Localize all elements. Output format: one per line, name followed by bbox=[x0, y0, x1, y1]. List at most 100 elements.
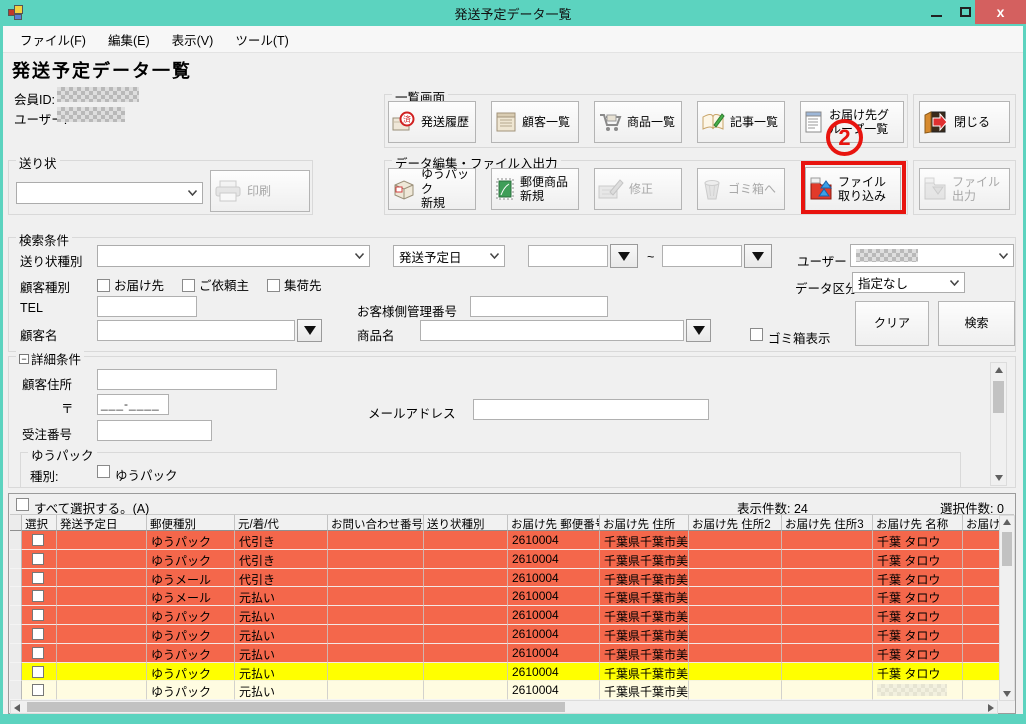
scroll-left-icon[interactable] bbox=[14, 704, 20, 712]
grid-column-header[interactable]: お届け先 住所2 bbox=[689, 515, 782, 531]
date-from-dropdown-button[interactable] bbox=[610, 244, 638, 268]
date-field-selector-combo[interactable]: 発送予定日 bbox=[393, 245, 505, 267]
article-list-button[interactable]: 記事一覧 bbox=[697, 101, 785, 143]
postal-product-new-button[interactable]: 郵便商品 新規 bbox=[491, 168, 579, 210]
tel-input[interactable] bbox=[97, 296, 197, 317]
grid-column-header[interactable]: 元/着/代 bbox=[235, 515, 328, 531]
table-cell bbox=[328, 587, 424, 606]
invoice-type-label: 送り状種別 bbox=[20, 251, 83, 270]
table-row[interactable]: ゆうパック元払い2610004千葉県千葉市美 bbox=[10, 681, 1000, 700]
row-select-checkbox[interactable] bbox=[32, 666, 44, 678]
details-scrollbar-thumb[interactable] bbox=[993, 381, 1004, 413]
row-select-checkbox[interactable] bbox=[32, 609, 44, 621]
grid-column-header[interactable]: お問い合わせ番号 bbox=[328, 515, 424, 531]
product-list-button[interactable]: 商品一覧 bbox=[594, 101, 682, 143]
customer-name-input[interactable] bbox=[97, 320, 295, 341]
print-button[interactable]: 印刷 bbox=[210, 170, 310, 212]
yupack-checkbox[interactable] bbox=[97, 465, 110, 478]
user-filter-combo[interactable] bbox=[850, 244, 1014, 267]
row-select-checkbox[interactable] bbox=[32, 647, 44, 659]
mail-address-input[interactable] bbox=[473, 399, 709, 420]
grid-column-header[interactable]: お届け先 住所3 bbox=[782, 515, 873, 531]
product-name-input[interactable] bbox=[420, 320, 684, 341]
table-cell bbox=[22, 644, 57, 663]
product-name-dropdown-button[interactable] bbox=[686, 319, 711, 342]
search-button[interactable]: 検索 bbox=[938, 301, 1015, 346]
row-select-checkbox[interactable] bbox=[32, 628, 44, 640]
scroll-up-icon[interactable] bbox=[991, 367, 1006, 373]
collapse-toggle-icon[interactable]: − bbox=[19, 354, 29, 364]
order-no-input[interactable] bbox=[97, 420, 212, 441]
edit-button[interactable]: 修正 bbox=[594, 168, 682, 210]
minimize-button[interactable] bbox=[922, 0, 950, 24]
file-output-button[interactable]: ファイル 出力 bbox=[919, 168, 1010, 210]
close-window-button[interactable]: x bbox=[975, 0, 1026, 24]
grid-column-header[interactable]: お届け先 郵便番号 bbox=[508, 515, 600, 531]
table-row[interactable]: ゆうパック元払い2610004千葉県千葉市美千葉 タロウ bbox=[10, 625, 1000, 644]
customer-type-option-1[interactable]: ご依頼主 bbox=[182, 275, 249, 294]
yupack-new-button[interactable]: ゆうパック 新規 bbox=[388, 168, 476, 210]
date-to-dropdown-button[interactable] bbox=[744, 244, 772, 268]
menu-item-0[interactable]: ファイル(F) bbox=[11, 27, 95, 52]
redacted-name bbox=[877, 684, 947, 696]
customer-list-button[interactable]: 顧客一覧 bbox=[491, 101, 579, 143]
grid-column-header[interactable]: お届け先 bbox=[963, 515, 1000, 531]
grid-column-header[interactable]: 送り状種別 bbox=[424, 515, 508, 531]
scroll-down-icon[interactable] bbox=[1000, 691, 1014, 697]
close-screen-button[interactable]: 閉じる bbox=[919, 101, 1010, 143]
clear-button[interactable]: クリア bbox=[855, 301, 929, 346]
shipping-history-button[interactable]: 済 発送履歴 bbox=[388, 101, 476, 143]
scroll-right-icon[interactable] bbox=[988, 704, 994, 712]
customer-mgmt-no-input[interactable] bbox=[470, 296, 608, 317]
menu-item-2[interactable]: 表示(V) bbox=[163, 27, 223, 52]
grid-column-header[interactable]: お届け先 住所 bbox=[600, 515, 689, 531]
row-select-checkbox[interactable] bbox=[32, 534, 44, 546]
customer-name-dropdown-button[interactable] bbox=[297, 319, 322, 342]
table-row[interactable]: ゆうパック元払い2610004千葉県千葉市美千葉 タロウ bbox=[10, 663, 1000, 682]
postal-input[interactable]: ___-____ bbox=[97, 394, 169, 415]
customer-type-option-0[interactable]: お届け先 bbox=[97, 275, 164, 294]
page-title: 発送予定データ一覧 bbox=[12, 57, 192, 83]
scroll-down-icon[interactable] bbox=[991, 475, 1006, 481]
table-row[interactable]: ゆうパック元払い2610004千葉県千葉市美千葉 タロウ bbox=[10, 644, 1000, 663]
menu-item-3[interactable]: ツール(T) bbox=[226, 27, 297, 52]
grid-column-header[interactable]: 郵便種別 bbox=[147, 515, 235, 531]
data-kind-combo[interactable]: 指定なし bbox=[852, 272, 965, 293]
row-select-checkbox[interactable] bbox=[32, 572, 44, 584]
table-cell bbox=[689, 531, 782, 550]
customer-type-checkbox[interactable] bbox=[182, 279, 195, 292]
grid-column-header[interactable]: 発送予定日 bbox=[57, 515, 147, 531]
scroll-up-icon[interactable] bbox=[1000, 519, 1014, 525]
grid-column-header[interactable]: 選択 bbox=[22, 515, 57, 531]
row-select-checkbox[interactable] bbox=[32, 553, 44, 565]
table-row[interactable]: ゆうパック代引き2610004千葉県千葉市美千葉 タロウ bbox=[10, 550, 1000, 569]
grid-vscrollbar-thumb[interactable] bbox=[1002, 532, 1012, 566]
table-row[interactable]: ゆうパック代引き2610004千葉県千葉市美千葉 タロウ bbox=[10, 531, 1000, 550]
details-group-label: − 詳細条件 bbox=[16, 349, 84, 368]
customer-address-input[interactable] bbox=[97, 369, 277, 390]
grid-horizontal-scrollbar[interactable] bbox=[10, 700, 998, 714]
table-row[interactable]: ゆうメール元払い2610004千葉県千葉市美千葉 タロウ bbox=[10, 587, 1000, 606]
grid-hscrollbar-thumb[interactable] bbox=[27, 702, 565, 712]
invoice-type-combo[interactable] bbox=[97, 245, 370, 267]
customer-type-checkbox[interactable] bbox=[97, 279, 110, 292]
grid-vertical-scrollbar[interactable] bbox=[999, 515, 1015, 701]
table-cell bbox=[328, 625, 424, 644]
select-all-checkbox[interactable] bbox=[16, 498, 29, 511]
customer-type-option-2[interactable]: 集荷先 bbox=[267, 275, 322, 294]
row-select-checkbox[interactable] bbox=[32, 684, 44, 696]
customer-type-checkbox[interactable] bbox=[267, 279, 280, 292]
date-to-input[interactable] bbox=[662, 245, 742, 267]
table-row[interactable]: ゆうパック元払い2610004千葉県千葉市美千葉 タロウ bbox=[10, 606, 1000, 625]
invoice-select-combo[interactable] bbox=[16, 182, 203, 204]
trash-view-checkbox[interactable] bbox=[750, 328, 763, 341]
table-row[interactable]: ゆうメール代引き2610004千葉県千葉市美千葉 タロウ bbox=[10, 569, 1000, 588]
table-cell: 2610004 bbox=[508, 681, 600, 700]
row-select-checkbox[interactable] bbox=[32, 590, 44, 602]
date-from-input[interactable] bbox=[528, 245, 608, 267]
grid-column-header[interactable]: お届け先 名称 bbox=[873, 515, 963, 531]
menu-item-1[interactable]: 編集(E) bbox=[99, 27, 159, 52]
table-cell bbox=[963, 587, 1000, 606]
details-scrollbar[interactable] bbox=[990, 362, 1007, 486]
to-trash-button[interactable]: ゴミ箱へ bbox=[697, 168, 785, 210]
